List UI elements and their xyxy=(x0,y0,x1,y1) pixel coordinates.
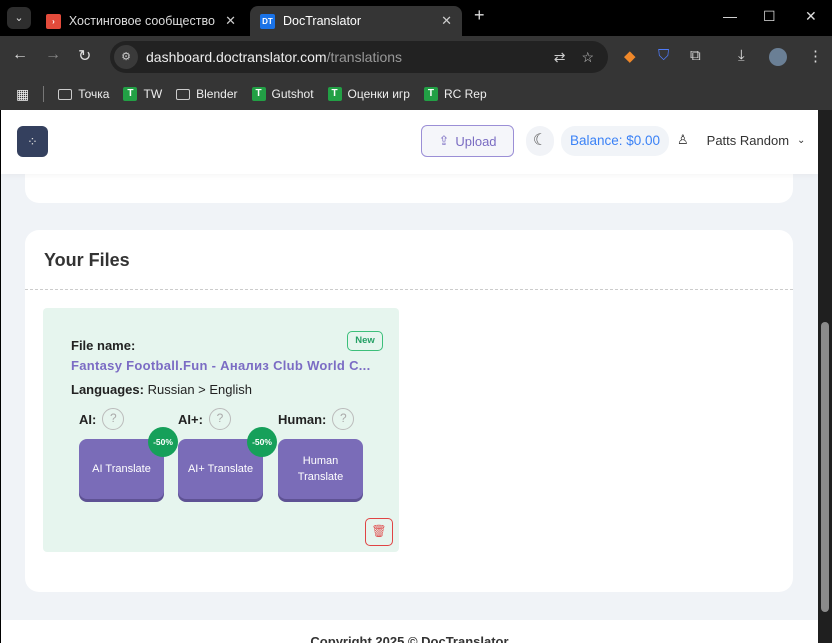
moon-icon[interactable]: ☾ xyxy=(526,126,554,156)
ai-option-label: AI:? xyxy=(79,408,125,430)
green-bookmark-icon: T xyxy=(327,87,342,101)
footer: Copyright 2025 © DocTranslator xyxy=(1,620,818,643)
section-title: Your Files xyxy=(44,250,130,270)
tab-timeweb[interactable]: › Хостинговое сообщество «Tim ✕ xyxy=(36,6,246,36)
metamask-icon[interactable]: ◆ xyxy=(624,47,636,65)
human-option-label: Human:? xyxy=(278,408,355,430)
tab-title: Хостинговое сообщество «Tim xyxy=(68,14,217,28)
bookmark-ocenki[interactable]: T Оценки игр xyxy=(327,87,410,101)
help-icon[interactable]: ? xyxy=(332,408,355,430)
file-name-label: File name: xyxy=(71,338,136,353)
chevron-down-icon: ⌄ xyxy=(797,134,806,146)
bookmark-tw[interactable]: T TW xyxy=(123,87,162,101)
trash-icon: 🗑 xyxy=(371,524,387,538)
app-header: ⁘ ⇪ Upload ☾ Balance: $0.00 ♙ Patts Random… xyxy=(1,110,818,174)
bookmark-rcrep[interactable]: T RC Rep xyxy=(423,87,487,101)
bookmark-tochka[interactable]: Точка xyxy=(58,87,109,101)
scrollbar[interactable] xyxy=(818,110,832,643)
folder-icon xyxy=(58,88,73,100)
tab-doctranslator[interactable]: DT DocTranslator ✕ xyxy=(250,6,462,36)
help-icon[interactable]: ? xyxy=(102,408,125,430)
divider xyxy=(43,86,45,102)
option-label: AI+: xyxy=(178,411,203,427)
green-bookmark-icon: T xyxy=(251,87,266,101)
extension-shield-icon[interactable]: ⛉ xyxy=(658,47,669,64)
file-card: New File name: Fantasy Football.Fun - Ан… xyxy=(43,308,399,552)
forward-icon[interactable]: → xyxy=(45,46,61,64)
your-files-card: Your Files New File name: Fantasy Footba… xyxy=(25,230,793,592)
app-logo-icon[interactable]: ⁘ xyxy=(17,126,48,157)
user-name: Patts Random xyxy=(706,132,790,148)
minimize-icon[interactable]: — xyxy=(723,8,737,24)
close-icon[interactable]: ✕ xyxy=(225,13,236,29)
url-host: dashboard.doctranslator.com xyxy=(146,49,327,65)
bookmarks-bar: ▦ Точка T TW Blender T Gutshot T Оценки игр… xyxy=(0,78,832,110)
divider xyxy=(25,289,793,290)
star-icon[interactable]: ☆ xyxy=(581,49,594,66)
delete-button[interactable]: 🗑 xyxy=(365,518,393,546)
maximize-icon[interactable]: ☐ xyxy=(763,8,776,25)
translate-icon[interactable]: ⇄ xyxy=(554,49,566,66)
bookmark-label: Gutshot xyxy=(271,87,314,101)
tab-strip: ⌄ › Хостинговое сообщество «Tim ✕ DT Doc… xyxy=(0,0,832,36)
user-icon: ♙ xyxy=(677,132,689,147)
url-path: /translations xyxy=(326,49,403,65)
languages-label: Languages: xyxy=(71,382,144,397)
tab-favicon-icon: DT xyxy=(260,13,275,29)
url-text: dashboard.doctranslator.com/translations xyxy=(146,49,402,65)
bookmark-label: Точка xyxy=(78,87,110,101)
scrollbar-thumb[interactable] xyxy=(821,322,829,612)
aiplus-option-label: AI+:? xyxy=(178,408,231,430)
help-icon[interactable]: ? xyxy=(208,408,231,430)
menu-icon[interactable]: ⋮ xyxy=(808,47,823,65)
option-label: Human: xyxy=(278,411,327,427)
tab-search-button[interactable]: ⌄ xyxy=(7,7,31,29)
languages-value: Russian > English xyxy=(147,382,253,397)
discount-badge: -50% xyxy=(148,427,178,457)
site-settings-icon[interactable]: ⚙ xyxy=(114,45,138,69)
user-menu[interactable]: ♙ Patts Random ⌄ xyxy=(677,132,805,148)
download-icon[interactable]: ⤓ xyxy=(738,47,745,64)
upload-label: Upload xyxy=(455,133,497,149)
upload-button[interactable]: ⇪ Upload xyxy=(421,125,514,157)
bookmark-blender[interactable]: Blender xyxy=(176,87,238,101)
new-tab-icon[interactable]: + xyxy=(474,5,485,26)
address-bar[interactable]: ⚙ dashboard.doctranslator.com/translatio… xyxy=(110,41,608,73)
option-label: AI: xyxy=(79,411,97,427)
folder-icon xyxy=(176,88,191,100)
bookmark-label: RC Rep xyxy=(443,87,487,101)
extensions-icon[interactable]: ⧉ xyxy=(690,47,701,64)
upload-icon: ⇪ xyxy=(438,133,450,148)
bookmark-label: Оценки игр xyxy=(347,87,410,101)
window-close-icon[interactable]: ✕ xyxy=(805,8,817,25)
bookmark-gutshot[interactable]: T Gutshot xyxy=(251,87,314,101)
new-badge: New xyxy=(347,331,383,351)
tab-title: DocTranslator xyxy=(283,14,362,28)
tab-favicon-icon: › xyxy=(46,13,61,29)
green-bookmark-icon: T xyxy=(423,87,438,101)
close-icon[interactable]: ✕ xyxy=(441,13,452,29)
languages-row: Languages: Russian > English xyxy=(71,382,252,397)
bookmark-label: Blender xyxy=(196,87,238,101)
page-content: ⁘ ⇪ Upload ☾ Balance: $0.00 ♙ Patts Random… xyxy=(1,110,818,643)
discount-badge: -50% xyxy=(247,427,277,457)
human-translate-button[interactable]: Human Translate xyxy=(278,439,363,499)
green-bookmark-icon: T xyxy=(123,87,138,101)
balance-badge[interactable]: Balance: $0.00 xyxy=(561,126,669,156)
apps-icon[interactable]: ▦ xyxy=(16,86,29,103)
back-icon[interactable]: ← xyxy=(12,46,28,64)
bookmark-label: TW xyxy=(143,87,163,101)
copyright-text: Copyright 2025 © DocTranslator xyxy=(310,634,509,643)
browser-toolbar: ← → ↻ ⚙ dashboard.doctranslator.com/tran… xyxy=(0,36,832,78)
profile-avatar[interactable] xyxy=(769,48,787,66)
reload-icon[interactable]: ↻ xyxy=(78,46,91,66)
file-name-link[interactable]: Fantasy Football.Fun - Анализ Club World… xyxy=(71,358,371,373)
